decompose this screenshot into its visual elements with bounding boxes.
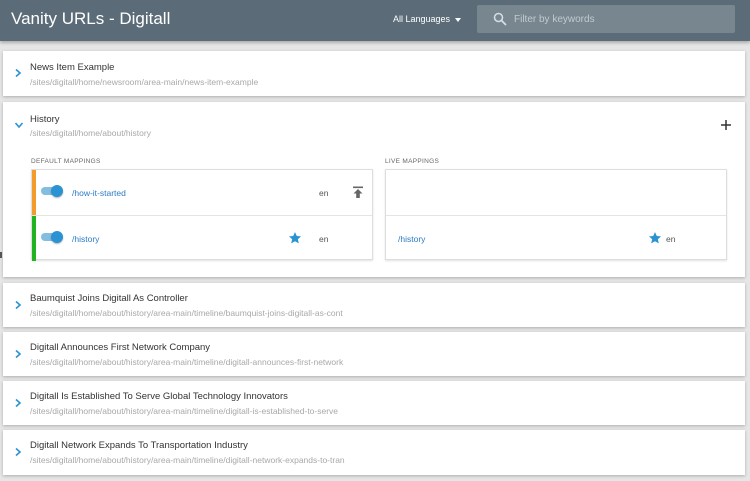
page-name: Digitall Announces First Network Company: [30, 342, 211, 353]
live-mapping-row: /history en: [386, 216, 726, 261]
page-path: /sites/digitall/home/newsroom/area-main/…: [30, 77, 259, 87]
page-card-history: History /sites/digitall/home/about/histo…: [3, 102, 745, 277]
mapping-language[interactable]: en: [319, 234, 328, 244]
scroll-edge-marker: [0, 252, 2, 258]
status-stripe-modified: [32, 170, 36, 215]
mapping-row[interactable]: /how-it-started en: [32, 170, 372, 215]
page-name: History: [30, 114, 60, 125]
search-input[interactable]: [514, 11, 724, 27]
chevron-right-icon[interactable]: [14, 300, 22, 310]
mapping-row[interactable]: /history en: [32, 216, 372, 261]
live-mappings-label: LIVE MAPPINGS: [385, 158, 440, 165]
status-stripe-published: [32, 216, 36, 261]
mapping-language[interactable]: en: [319, 188, 328, 198]
caret-down-icon: [455, 17, 462, 22]
page-path: /sites/digitall/home/about/history/area-…: [30, 308, 343, 318]
mapping-url-link[interactable]: /history: [72, 234, 99, 244]
live-mapping-row-empty: [386, 170, 726, 215]
page-name: Digitall Is Established To Serve Global …: [30, 391, 288, 402]
star-icon[interactable]: [288, 231, 302, 245]
page-card-digitall-announces: Digitall Announces First Network Company…: [3, 332, 745, 376]
publish-icon[interactable]: [352, 186, 364, 199]
page-name: Digitall Network Expands To Transportati…: [30, 440, 248, 451]
page-card-news-item-example: News Item Example /sites/digitall/home/n…: [3, 51, 745, 96]
page-card-digitall-network-expands: Digitall Network Expands To Transportati…: [3, 430, 745, 475]
chevron-right-icon[interactable]: [14, 447, 22, 457]
default-mappings-list: /how-it-started en /history en: [31, 169, 373, 261]
page-card-digitall-established: Digitall Is Established To Serve Global …: [3, 381, 745, 425]
search-box: [477, 5, 735, 33]
app-title: Vanity URLs - Digitall: [11, 9, 171, 28]
mapping-toggle[interactable]: [41, 231, 63, 243]
star-icon: [648, 232, 662, 244]
chevron-right-icon[interactable]: [14, 349, 22, 359]
default-mappings-label: DEFAULT MAPPINGS: [31, 158, 101, 165]
page-name: News Item Example: [30, 62, 115, 73]
page-card-baumquist: Baumquist Joins Digitall As Controller /…: [3, 283, 745, 327]
chevron-right-icon[interactable]: [14, 398, 22, 408]
page-path: /sites/digitall/home/about/history/area-…: [30, 406, 339, 416]
search-icon: [493, 12, 507, 26]
language-selector[interactable]: All Languages: [393, 14, 462, 24]
add-mapping-icon[interactable]: [720, 119, 732, 131]
mapping-toggle[interactable]: [41, 185, 63, 197]
app-header: Vanity URLs - Digitall All Languages: [0, 0, 750, 41]
live-mappings-list: /history en: [385, 169, 727, 260]
page-path: /sites/digitall/home/about/history/area-…: [30, 455, 345, 465]
chevron-down-icon[interactable]: [14, 121, 24, 129]
page-path: /sites/digitall/home/about/history/area-…: [30, 357, 344, 367]
page-path: /sites/digitall/home/about/history: [30, 128, 151, 138]
language-selector-label: All Languages: [393, 14, 451, 24]
chevron-right-icon[interactable]: [14, 68, 22, 78]
live-mapping-language: en: [666, 234, 676, 244]
live-mapping-url-link[interactable]: /history: [398, 234, 425, 244]
mapping-url-link[interactable]: /how-it-started: [72, 188, 126, 198]
page-name: Baumquist Joins Digitall As Controller: [30, 293, 188, 304]
